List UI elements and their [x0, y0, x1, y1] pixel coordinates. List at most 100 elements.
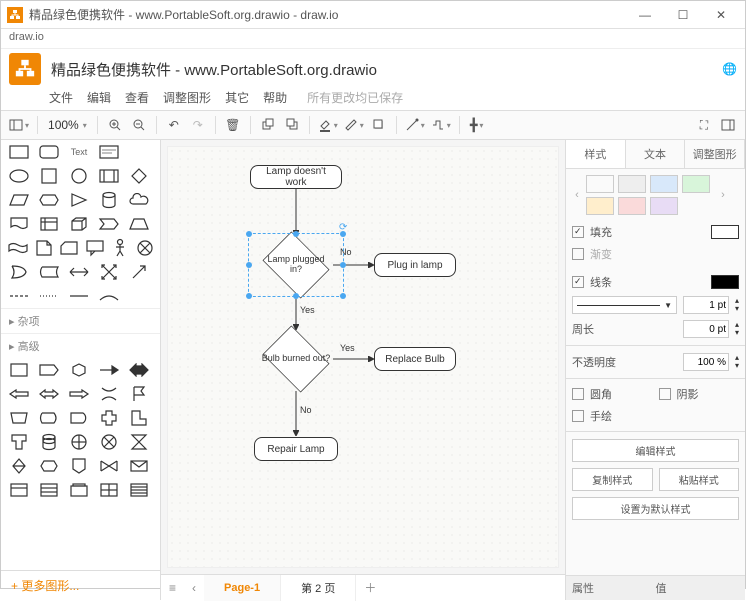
document-name[interactable]: 精品绿色便携软件 - www.PortableSoft.org.drawio — [51, 59, 377, 80]
shape-square[interactable] — [37, 166, 61, 186]
zoom-out-button[interactable] — [128, 114, 150, 136]
shape-adv-orgate[interactable] — [67, 432, 91, 452]
shape-adv-loop[interactable] — [37, 456, 61, 476]
swatch-prev[interactable]: ‹ — [572, 176, 582, 214]
rtab-text[interactable]: 文本 — [626, 140, 686, 168]
edge-label-yes-2[interactable]: Yes — [340, 343, 355, 353]
drawing-canvas[interactable]: Lamp doesn't work Lamp plugged in? ⟳ No … — [167, 146, 559, 568]
shape-arrow-cross[interactable] — [97, 262, 121, 282]
swatch-5[interactable] — [618, 197, 646, 215]
shape-note[interactable] — [35, 238, 53, 258]
shape-adv-collate[interactable] — [127, 432, 151, 452]
shape-arrow-bidir[interactable] — [67, 262, 91, 282]
category-advanced[interactable]: ▸ 高级 — [1, 333, 160, 358]
language-icon[interactable]: 🌐 — [722, 62, 737, 76]
shape-ellipse[interactable] — [7, 166, 31, 186]
edit-style-button[interactable]: 编辑样式 — [572, 439, 739, 462]
shape-actor[interactable] — [111, 238, 129, 258]
shape-line[interactable] — [67, 286, 91, 306]
tab-page-1[interactable]: Page-1 — [204, 575, 281, 601]
rotate-handle-icon[interactable]: ⟳ — [339, 222, 349, 232]
shape-rect[interactable] — [7, 142, 31, 162]
shape-adv-list1[interactable] — [7, 480, 31, 500]
shape-line-dashed[interactable] — [7, 286, 31, 306]
shape-adv-cross[interactable] — [97, 408, 121, 428]
delete-button[interactable]: 🗑 — [222, 114, 244, 136]
shape-adv-rows[interactable] — [127, 480, 151, 500]
swatch-next[interactable]: › — [718, 176, 728, 214]
line-style-select[interactable]: ▼ — [572, 296, 677, 314]
add-page-button[interactable]: ＋ — [356, 575, 384, 601]
minimize-button[interactable]: — — [627, 3, 663, 27]
line-width-stepper[interactable]: ▴▾ — [735, 297, 739, 313]
flow-node-bulb[interactable]: Bulb burned out? — [261, 329, 331, 389]
shape-circle[interactable] — [67, 166, 91, 186]
shape-adv-2[interactable] — [37, 360, 61, 380]
shape-text[interactable]: Text — [67, 142, 91, 162]
insert-button[interactable]: ╋▾ — [466, 114, 488, 136]
shape-adv-datastore[interactable] — [37, 432, 61, 452]
shape-adv-3[interactable] — [67, 360, 91, 380]
shape-process[interactable] — [97, 166, 121, 186]
flow-node-repair[interactable]: Repair Lamp — [254, 437, 338, 461]
swatch-2[interactable] — [650, 175, 678, 193]
menu-file[interactable]: 文件 — [49, 89, 73, 106]
flow-node-plugged[interactable]: Lamp plugged in? — [261, 235, 331, 295]
set-default-style-button[interactable]: 设置为默认样式 — [572, 497, 739, 520]
rounded-checkbox[interactable] — [572, 388, 584, 400]
fullscreen-button[interactable]: ⛶ — [693, 114, 715, 136]
shape-adv-tee[interactable] — [7, 432, 31, 452]
shape-xor[interactable] — [136, 238, 154, 258]
shape-cloud[interactable] — [127, 190, 151, 210]
shape-adv-switch[interactable] — [97, 384, 121, 404]
shape-tape[interactable] — [7, 238, 29, 258]
line-color-button[interactable]: ▾ — [342, 114, 366, 136]
edge-label-yes-1[interactable]: Yes — [300, 305, 315, 315]
shape-internal-storage[interactable] — [37, 214, 61, 234]
shape-adv-sumgate[interactable] — [97, 432, 121, 452]
rtab-arrange[interactable]: 调整图形 — [685, 140, 745, 168]
menu-format[interactable]: 调整图形 — [163, 89, 211, 106]
rtab-style[interactable]: 样式 — [566, 140, 626, 168]
swatch-4[interactable] — [586, 197, 614, 215]
format-panel-toggle[interactable] — [717, 114, 739, 136]
perimeter-stepper[interactable]: ▴▾ — [735, 321, 739, 337]
shape-card[interactable] — [59, 238, 79, 258]
shape-callout[interactable] — [85, 238, 105, 258]
menu-edit[interactable]: 编辑 — [87, 89, 111, 106]
flow-node-plugin[interactable]: Plug in lamp — [374, 253, 456, 277]
shape-adv-arrow-r[interactable] — [67, 384, 91, 404]
to-front-button[interactable] — [257, 114, 279, 136]
swatch-0[interactable] — [586, 175, 614, 193]
shape-cube[interactable] — [67, 214, 91, 234]
shape-adv-4[interactable] — [97, 360, 121, 380]
zoom-selector[interactable]: 100%▾ — [44, 118, 91, 132]
shape-adv-arrow-l[interactable] — [7, 384, 31, 404]
gradient-checkbox[interactable] — [572, 248, 584, 260]
waypoint-button[interactable]: ▾ — [429, 114, 453, 136]
fill-checkbox[interactable] — [572, 226, 584, 238]
shape-textbox[interactable] — [97, 142, 121, 162]
shadow-checkbox[interactable] — [659, 388, 671, 400]
shape-triangle[interactable] — [67, 190, 91, 210]
shape-adv-arrow-both[interactable] — [37, 384, 61, 404]
shape-adv-corner[interactable] — [127, 408, 151, 428]
close-button[interactable]: ✕ — [703, 3, 739, 27]
shapes-scroll-area[interactable]: Text — [1, 140, 160, 570]
shape-adv-manual[interactable] — [7, 408, 31, 428]
connection-button[interactable]: ▾ — [403, 114, 427, 136]
shape-document[interactable] — [7, 214, 31, 234]
swatch-1[interactable] — [618, 175, 646, 193]
pages-menu-button[interactable]: ≡ — [161, 575, 184, 601]
prev-page-button[interactable]: ‹ — [184, 575, 204, 601]
line-width-input[interactable] — [683, 296, 729, 314]
line-color-swatch[interactable] — [711, 275, 739, 289]
shape-adv-delay[interactable] — [67, 408, 91, 428]
shape-rounded-rect[interactable] — [37, 142, 61, 162]
shape-line-dotted[interactable] — [37, 286, 61, 306]
shape-adv-flag[interactable] — [127, 384, 151, 404]
shape-step[interactable] — [97, 214, 121, 234]
shape-adv-list3[interactable] — [67, 480, 91, 500]
opacity-input[interactable] — [683, 353, 729, 371]
undo-button[interactable]: ↶ — [163, 114, 185, 136]
